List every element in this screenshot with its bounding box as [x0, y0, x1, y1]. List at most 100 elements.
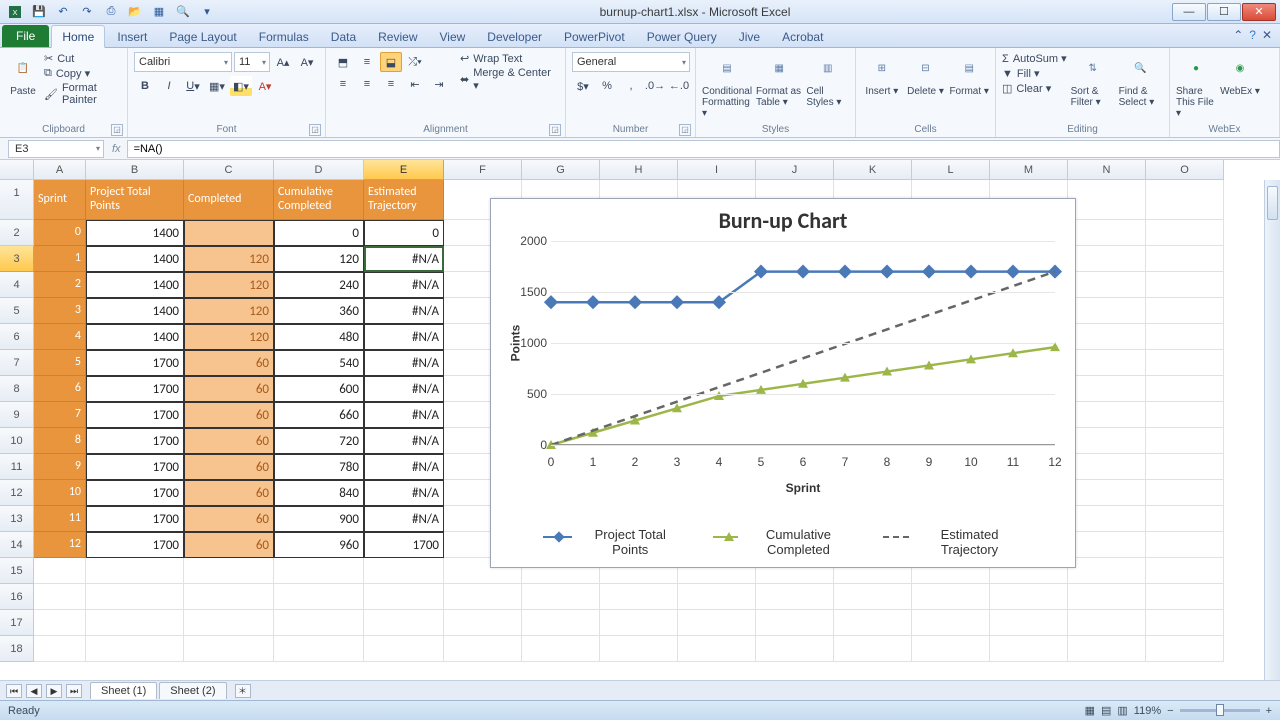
cell-N4[interactable]	[1068, 272, 1146, 298]
cell-M18[interactable]	[990, 636, 1068, 662]
cell-N9[interactable]	[1068, 402, 1146, 428]
cell-E5[interactable]: #N/A	[364, 298, 444, 324]
cell-D10[interactable]: 720	[274, 428, 364, 454]
cell-A4[interactable]: 2	[34, 272, 86, 298]
cell-E4[interactable]: #N/A	[364, 272, 444, 298]
cell-E12[interactable]: #N/A	[364, 480, 444, 506]
cell-styles-button[interactable]: ▥Cell Styles ▾	[806, 52, 849, 108]
cell-B7[interactable]: 1700	[86, 350, 184, 376]
cell-O7[interactable]	[1146, 350, 1224, 376]
tab-acrobat[interactable]: Acrobat	[772, 26, 833, 47]
cell-B15[interactable]	[86, 558, 184, 584]
cell-O6[interactable]	[1146, 324, 1224, 350]
cell-O3[interactable]	[1146, 246, 1224, 272]
cell-N6[interactable]	[1068, 324, 1146, 350]
cell-N13[interactable]	[1068, 506, 1146, 532]
cell-N2[interactable]	[1068, 220, 1146, 246]
shrink-font-button[interactable]: A▾	[296, 52, 318, 72]
borders-button[interactable]: ▦▾	[206, 76, 228, 96]
cell-B8[interactable]: 1700	[86, 376, 184, 402]
tab-view[interactable]: View	[430, 26, 476, 47]
cell-B14[interactable]: 1700	[86, 532, 184, 558]
row-header-5[interactable]: 5	[0, 298, 34, 324]
find-select-button[interactable]: 🔍Find & Select ▾	[1119, 52, 1163, 108]
cell-A11[interactable]: 9	[34, 454, 86, 480]
chart-burnup[interactable]: Burn-up Chart Points Sprint 050010001500…	[490, 198, 1076, 568]
cell-H16[interactable]	[600, 584, 678, 610]
cell-C14[interactable]: 60	[184, 532, 274, 558]
row-header-15[interactable]: 15	[0, 558, 34, 584]
cell-O2[interactable]	[1146, 220, 1224, 246]
help-icon[interactable]: ?	[1249, 28, 1256, 42]
cell-N8[interactable]	[1068, 376, 1146, 402]
cell-D17[interactable]	[274, 610, 364, 636]
cell-A6[interactable]: 4	[34, 324, 86, 350]
cell-D3[interactable]: 120	[274, 246, 364, 272]
cell-A10[interactable]: 8	[34, 428, 86, 454]
cell-D14[interactable]: 960	[274, 532, 364, 558]
orientation-button[interactable]: ⤮▾	[404, 52, 426, 72]
cell-I17[interactable]	[678, 610, 756, 636]
cell-E10[interactable]: #N/A	[364, 428, 444, 454]
underline-button[interactable]: U▾	[182, 76, 204, 96]
increase-indent-button[interactable]: ⇥	[428, 74, 450, 94]
close-button[interactable]: ✕	[1242, 3, 1276, 21]
col-header-L[interactable]: L	[912, 160, 990, 180]
qat-preview-icon[interactable]: 🔍	[172, 3, 194, 21]
cell-L16[interactable]	[912, 584, 990, 610]
name-box[interactable]: E3	[8, 140, 104, 158]
cell-J16[interactable]	[756, 584, 834, 610]
cell-E7[interactable]: #N/A	[364, 350, 444, 376]
cell-H18[interactable]	[600, 636, 678, 662]
cell-B2[interactable]: 1400	[86, 220, 184, 246]
cell-C16[interactable]	[184, 584, 274, 610]
align-middle-button[interactable]: ≡	[356, 52, 378, 72]
accounting-button[interactable]: $▾	[572, 76, 594, 96]
increase-decimal-button[interactable]: .0→	[644, 76, 666, 96]
cell-O8[interactable]	[1146, 376, 1224, 402]
cell-B11[interactable]: 1700	[86, 454, 184, 480]
decrease-indent-button[interactable]: ⇤	[404, 74, 426, 94]
mdi-close-icon[interactable]: ✕	[1262, 28, 1272, 42]
qat-new-icon[interactable]: ▦	[148, 3, 170, 21]
cell-D7[interactable]: 540	[274, 350, 364, 376]
decrease-decimal-button[interactable]: ←.0	[668, 76, 690, 96]
cell-N18[interactable]	[1068, 636, 1146, 662]
tab-developer[interactable]: Developer	[477, 26, 552, 47]
cell-D18[interactable]	[274, 636, 364, 662]
cell-C18[interactable]	[184, 636, 274, 662]
number-format-combo[interactable]: General	[572, 52, 690, 72]
italic-button[interactable]: I	[158, 76, 180, 96]
cell-A15[interactable]	[34, 558, 86, 584]
col-header-M[interactable]: M	[990, 160, 1068, 180]
cell-D16[interactable]	[274, 584, 364, 610]
cell-C1[interactable]: Completed	[184, 180, 274, 220]
cell-O13[interactable]	[1146, 506, 1224, 532]
cell-K18[interactable]	[834, 636, 912, 662]
format-cells-button[interactable]: ▤Format ▾	[949, 52, 989, 97]
cell-N3[interactable]	[1068, 246, 1146, 272]
cell-C2[interactable]	[184, 220, 274, 246]
cell-O4[interactable]	[1146, 272, 1224, 298]
tab-data[interactable]: Data	[321, 26, 366, 47]
cell-C8[interactable]: 60	[184, 376, 274, 402]
row-header-18[interactable]: 18	[0, 636, 34, 662]
maximize-button[interactable]: ☐	[1207, 3, 1241, 21]
cell-O1[interactable]	[1146, 180, 1224, 220]
cell-D9[interactable]: 660	[274, 402, 364, 428]
fill-color-button[interactable]: ◧▾	[230, 76, 252, 96]
col-header-A[interactable]: A	[34, 160, 86, 180]
row-header-1[interactable]: 1	[0, 180, 34, 220]
cell-A3[interactable]: 1	[34, 246, 86, 272]
cell-A7[interactable]: 5	[34, 350, 86, 376]
cell-N1[interactable]	[1068, 180, 1146, 220]
cell-L17[interactable]	[912, 610, 990, 636]
cell-O17[interactable]	[1146, 610, 1224, 636]
cell-E2[interactable]: 0	[364, 220, 444, 246]
cell-E11[interactable]: #N/A	[364, 454, 444, 480]
col-header-B[interactable]: B	[86, 160, 184, 180]
cell-F18[interactable]	[444, 636, 522, 662]
cell-B13[interactable]: 1700	[86, 506, 184, 532]
tab-jive[interactable]: Jive	[729, 26, 770, 47]
cell-N11[interactable]	[1068, 454, 1146, 480]
